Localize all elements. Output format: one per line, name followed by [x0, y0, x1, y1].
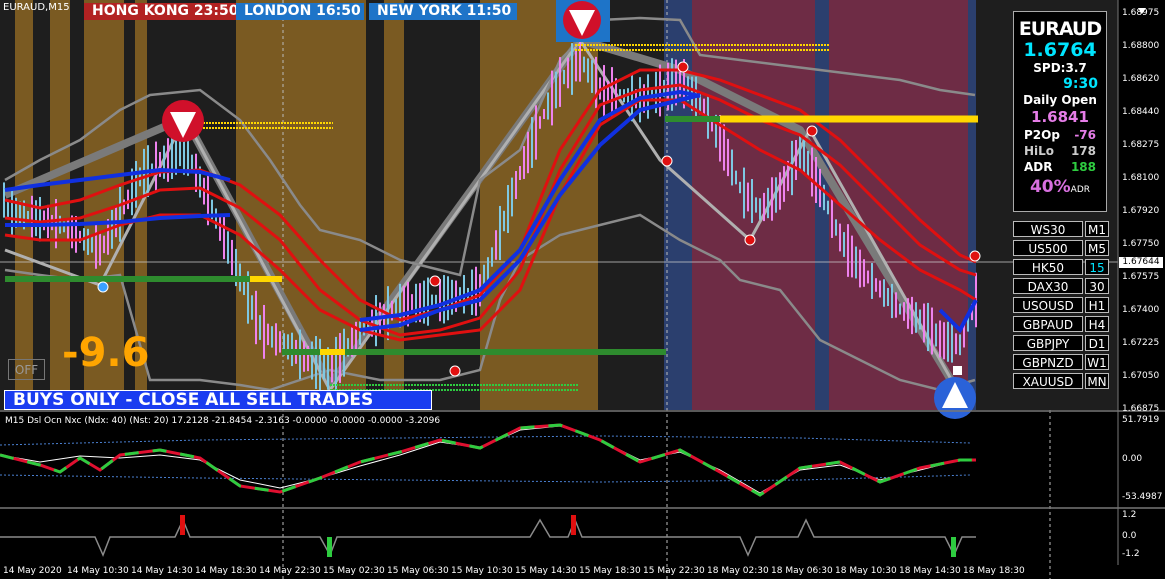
oscillator-pane — [0, 423, 976, 497]
symbol-button-usousd[interactable]: USOUSD — [1013, 297, 1083, 313]
price-tick-label: 1.68275 — [1122, 140, 1160, 150]
price-tick-label: 1.68975 — [1122, 8, 1160, 18]
price-tick-label: 1.66875 — [1122, 404, 1160, 414]
info-panel: EURAUD 1.6764 SPD:3.7 9:30 Daily Open 1.… — [1013, 11, 1107, 212]
blue-dot — [97, 281, 109, 293]
time-tick-label: 18 May 10:30 — [835, 566, 897, 576]
symbol-button-xauusd[interactable]: XAUUSD — [1013, 373, 1083, 389]
timeframe-button-m5[interactable]: M5 — [1085, 240, 1109, 256]
timeframe-button-w1[interactable]: W1 — [1085, 354, 1109, 370]
panel-daily-open-value: 1.6841 — [1031, 108, 1089, 126]
symbol-button-us500[interactable]: US500 — [1013, 240, 1083, 256]
price-tick-label: 1.67920 — [1122, 206, 1160, 216]
panel-price: 1.6764 — [1023, 39, 1097, 61]
price-tick-label: 1.68100 — [1122, 173, 1160, 183]
time-tick-label: 15 May 18:30 — [579, 566, 641, 576]
session-new-york: NEW YORK 11:50 — [369, 3, 517, 20]
symbol-button-hk50[interactable]: HK50 — [1013, 259, 1083, 275]
oscillator-tick-label: 51.7919 — [1122, 415, 1160, 425]
panel-daily-open-label: Daily Open — [1023, 93, 1097, 107]
hilo-value: 178 — [1070, 144, 1096, 158]
price-tick-label: 1.67225 — [1122, 338, 1160, 348]
price-tick-label: 1.67575 — [1122, 272, 1160, 282]
signal-strength-value: -9.6 — [62, 330, 150, 376]
time-tick-label: 15 May 02:30 — [323, 566, 385, 576]
chart-canvas — [0, 0, 1165, 579]
price-tick-label: 1.67050 — [1122, 371, 1160, 381]
panel-symbol: EURAUD — [1018, 18, 1102, 40]
signal-banner: BUYS ONLY - CLOSE ALL SELL TRADES — [4, 390, 432, 410]
oscillator-tick-label: -53.4987 — [1122, 492, 1163, 502]
timeframe-button-h1[interactable]: H1 — [1085, 297, 1109, 313]
price-tick-label: 1.67750 — [1122, 239, 1160, 249]
symbol-timeframe-label: EURAUD,M15 — [3, 2, 70, 13]
hilo-label: HiLo — [1024, 144, 1055, 158]
session-london: LONDON 16:50 — [236, 3, 364, 20]
timeframe-button-mn[interactable]: MN — [1085, 373, 1109, 389]
symbol-button-ws30[interactable]: WS30 — [1013, 221, 1083, 237]
timeframe-button-d1[interactable]: D1 — [1085, 335, 1109, 351]
histogram-tick-label: -1.2 — [1122, 549, 1140, 559]
symbol-button-dax30[interactable]: DAX30 — [1013, 278, 1083, 294]
time-tick-label: 18 May 14:30 — [899, 566, 961, 576]
sell-arrow-icon-top — [556, 0, 610, 42]
off-button[interactable]: OFF — [8, 359, 45, 380]
timeframe-button-15[interactable]: 15 — [1085, 259, 1109, 275]
histogram-tick-label: 0.0 — [1122, 531, 1137, 541]
timeframe-button-30[interactable]: 30 — [1085, 278, 1109, 294]
adr-label: ADR — [1024, 160, 1053, 174]
panel-spread: SPD:3.7 — [1033, 61, 1087, 75]
p2op-value: -76 — [1074, 128, 1096, 142]
symbol-button-gbpnzd[interactable]: GBPNZD — [1013, 354, 1083, 370]
price-tick-label: 1.68620 — [1122, 74, 1160, 84]
time-tick-label: 14 May 14:30 — [131, 566, 193, 576]
timeframe-button-h4[interactable]: H4 — [1085, 316, 1109, 332]
time-tick-label: 14 May 2020 — [3, 566, 62, 576]
symbol-button-gbpjpy[interactable]: GBPJPY — [1013, 335, 1083, 351]
histogram-tick-label: 1.2 — [1122, 510, 1137, 520]
time-tick-label: 18 May 02:30 — [707, 566, 769, 576]
time-tick-label: 14 May 18:30 — [195, 566, 257, 576]
price-tick-label: 1.68800 — [1122, 41, 1160, 51]
histogram-pane — [0, 515, 976, 557]
time-tick-label: 18 May 06:30 — [771, 566, 833, 576]
price-tick-label: 1.68440 — [1122, 107, 1160, 117]
oscillator-label: M15 Dsl Ocn Nxc (Ndx: 40) (Nst: 20) 17.2… — [5, 416, 441, 426]
time-tick-label: 15 May 10:30 — [451, 566, 513, 576]
panel-timer: 9:30 — [1063, 76, 1098, 92]
close-icon[interactable] — [1136, 0, 1148, 14]
price-tick-label: 1.67400 — [1122, 305, 1160, 315]
sell-arrow-icon — [162, 100, 204, 142]
current-price-tag: 1.67644 — [1119, 257, 1163, 268]
adr-value: 188 — [1070, 160, 1096, 174]
p2op-label: P2Op — [1024, 128, 1060, 142]
time-tick-label: 15 May 22:30 — [643, 566, 705, 576]
time-tick-label: 15 May 14:30 — [515, 566, 577, 576]
time-tick-label: 15 May 06:30 — [387, 566, 449, 576]
oscillator-tick-label: 0.00 — [1122, 454, 1143, 464]
timeframe-button-m1[interactable]: M1 — [1085, 221, 1109, 237]
time-tick-label: 14 May 22:30 — [259, 566, 321, 576]
adr-percent: 40% — [1029, 177, 1071, 197]
time-tick-label: 14 May 10:30 — [67, 566, 129, 576]
adr-percent-sup: ADR — [1070, 185, 1091, 195]
time-tick-label: 18 May 18:30 — [963, 566, 1025, 576]
symbol-button-gbpaud[interactable]: GBPAUD — [1013, 316, 1083, 332]
